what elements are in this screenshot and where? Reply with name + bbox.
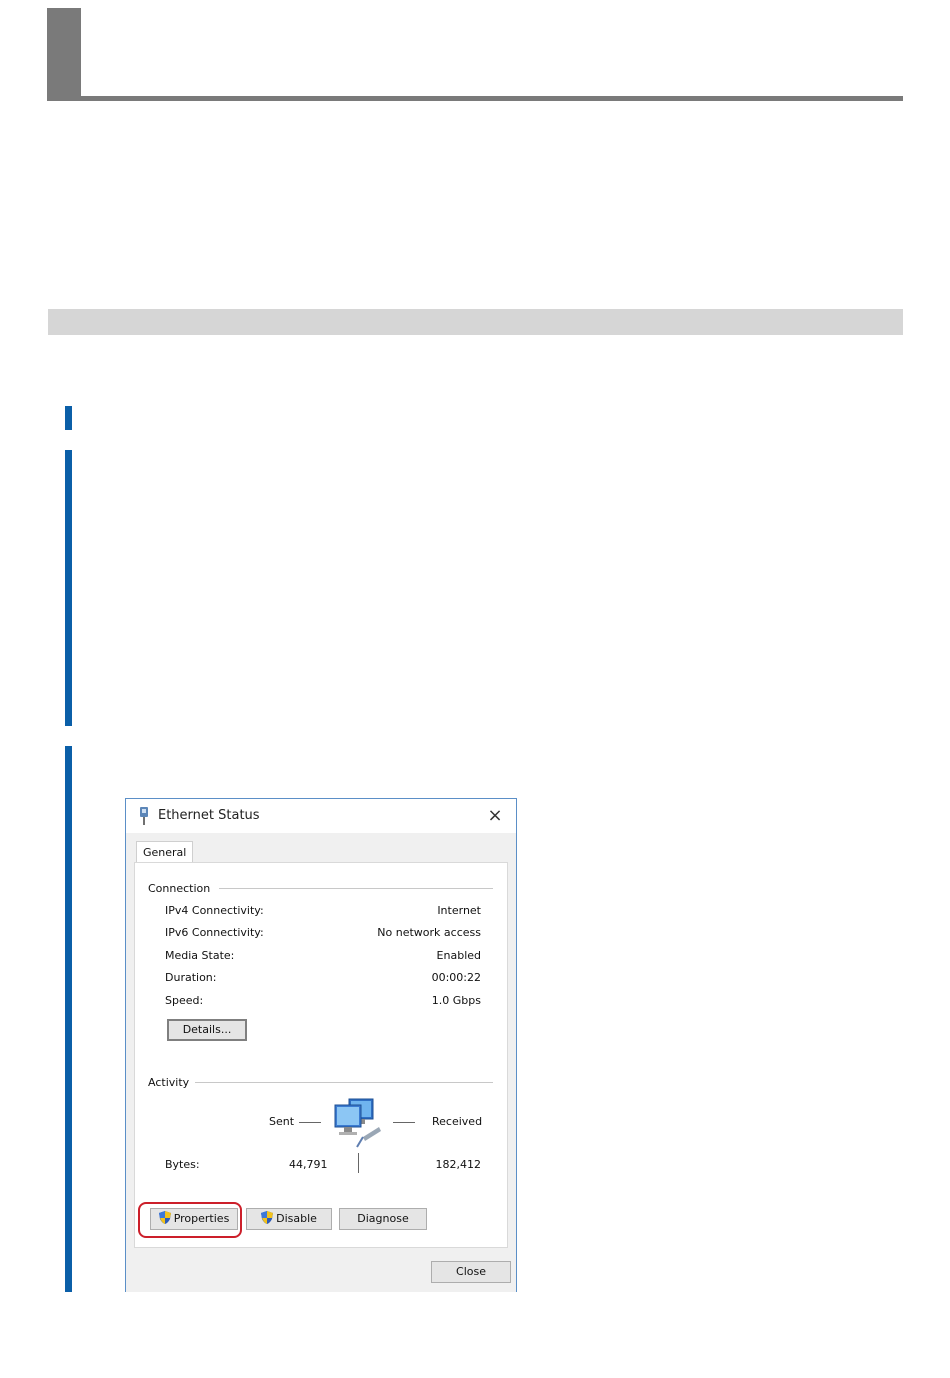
properties-highlight-ring <box>138 1202 242 1238</box>
speed-label: Speed: <box>165 994 204 1007</box>
tab-general[interactable]: General <box>136 841 194 864</box>
activity-group-label: Activity <box>148 1076 190 1089</box>
speed-value: 1.0 Gbps <box>431 994 481 1007</box>
disable-button[interactable]: Disable <box>246 1208 332 1230</box>
close-icon[interactable]: × <box>484 805 506 827</box>
media-state-label: Media State: <box>165 949 235 962</box>
chapter-header-block <box>47 8 81 100</box>
bytes-sent-value: 44,791 <box>289 1158 328 1171</box>
network-computers-icon <box>334 1098 381 1148</box>
chapter-header-rule <box>47 96 903 101</box>
ipv4-connectivity-value: Internet <box>437 904 481 917</box>
ethernet-plug-icon <box>140 807 148 825</box>
step-marker-3 <box>65 746 72 1292</box>
received-label: Received <box>432 1115 483 1128</box>
bytes-divider <box>358 1153 359 1173</box>
connection-group-line <box>219 888 493 889</box>
dialog-title: Ethernet Status <box>158 808 260 823</box>
received-connector-line <box>393 1122 415 1123</box>
ipv6-connectivity-value: No network access <box>377 926 481 939</box>
sent-connector-line <box>299 1122 321 1123</box>
activity-group-line <box>195 1082 493 1083</box>
bytes-received-value: 182,412 <box>435 1158 482 1171</box>
step-marker-2 <box>65 450 72 726</box>
ethernet-status-dialog: Ethernet Status × General Connection IPv… <box>125 798 517 1292</box>
diagnose-button[interactable]: Diagnose <box>339 1208 427 1230</box>
ipv4-connectivity-label: IPv4 Connectivity: <box>165 904 264 917</box>
sent-label: Sent <box>269 1115 295 1128</box>
duration-value: 00:00:22 <box>431 971 481 984</box>
close-button[interactable]: Close <box>431 1261 511 1283</box>
general-tab-panel: Connection IPv4 Connectivity: Internet I… <box>134 862 508 1248</box>
media-state-value: Enabled <box>436 949 481 962</box>
section-heading-band <box>48 309 903 335</box>
bytes-label: Bytes: <box>165 1158 200 1171</box>
disable-button-label: Disable <box>276 1212 317 1225</box>
details-button[interactable]: Details... <box>167 1019 247 1041</box>
uac-shield-icon <box>261 1211 274 1224</box>
duration-label: Duration: <box>165 971 217 984</box>
ipv6-connectivity-label: IPv6 Connectivity: <box>165 926 264 939</box>
dialog-titlebar: Ethernet Status × <box>126 799 516 833</box>
connection-group-label: Connection <box>148 882 211 895</box>
step-marker-1 <box>65 406 72 430</box>
